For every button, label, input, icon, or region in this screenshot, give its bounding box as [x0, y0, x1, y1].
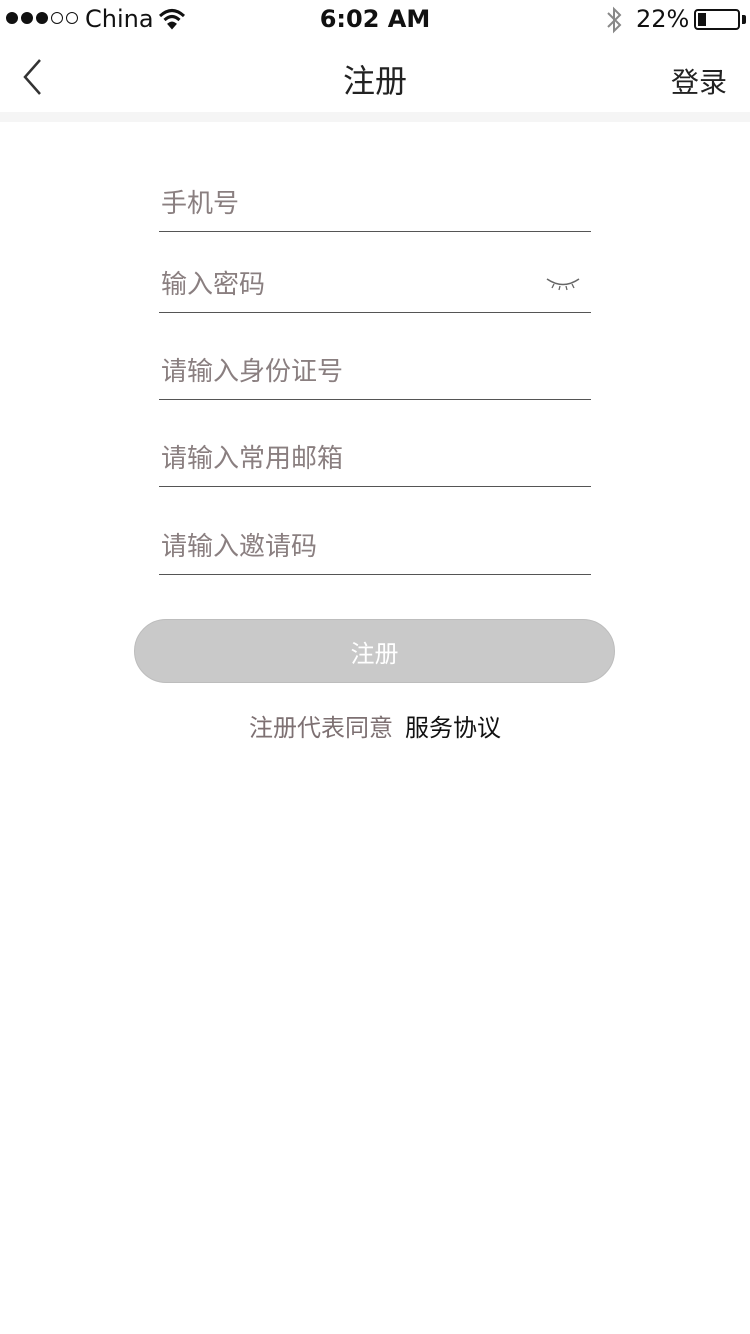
phone-input[interactable]	[161, 189, 541, 219]
agreement-prefix: 注册代表同意	[249, 714, 393, 742]
id-number-input[interactable]	[161, 357, 541, 387]
battery-icon	[694, 9, 740, 30]
bluetooth-icon	[604, 5, 624, 39]
register-button[interactable]: 注册	[134, 619, 615, 683]
phone-field	[159, 172, 591, 232]
status-bar: China 6:02 AM 22%	[0, 0, 750, 40]
nav-divider	[0, 112, 750, 122]
id-number-field	[159, 340, 591, 400]
password-input[interactable]	[161, 270, 541, 300]
login-link[interactable]: 登录	[671, 61, 727, 101]
email-input[interactable]	[161, 444, 541, 474]
nav-bar: 注册 登录	[0, 40, 750, 112]
invite-code-field	[159, 515, 591, 575]
password-field	[159, 253, 591, 313]
eye-closed-icon[interactable]	[545, 276, 581, 292]
invite-code-input[interactable]	[161, 532, 541, 562]
agreement-text: 注册代表同意 服务协议	[0, 708, 750, 743]
page-title: 注册	[342, 62, 407, 100]
service-agreement-link[interactable]: 服务协议	[405, 714, 501, 742]
battery-percentage: 22%	[636, 5, 690, 33]
email-field	[159, 427, 591, 487]
